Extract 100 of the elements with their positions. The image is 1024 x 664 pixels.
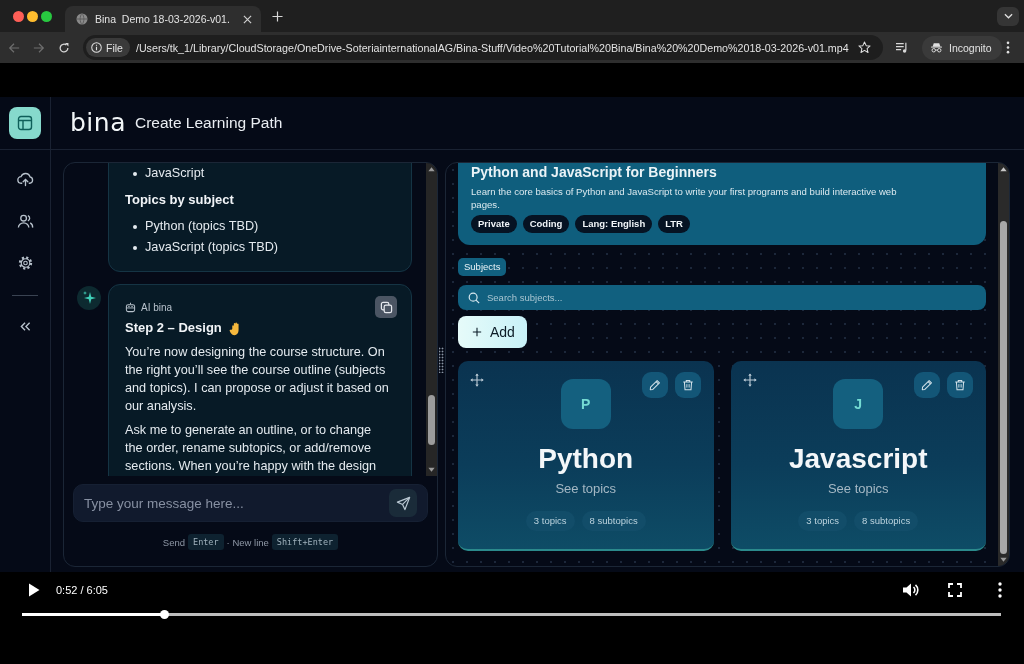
- volume-icon[interactable]: [902, 582, 920, 598]
- bullet-icon: [133, 245, 137, 250]
- message-heading: Topics by subject: [125, 191, 235, 209]
- list-item: Python (topics TBD): [145, 218, 259, 235]
- list-item: JavaScript: [145, 165, 205, 182]
- close-icon[interactable]: [242, 14, 252, 24]
- page-title: Create Learning Path: [135, 114, 283, 132]
- message-input[interactable]: Type your message here...: [73, 484, 428, 522]
- course-tag: Coding: [522, 215, 570, 233]
- star-icon[interactable]: [858, 41, 871, 54]
- course-tag: Lang: English: [575, 215, 653, 233]
- info-icon: [91, 42, 102, 53]
- search-icon: [468, 291, 480, 304]
- course-tag: LTR: [658, 215, 690, 233]
- resize-handle[interactable]: [438, 346, 445, 373]
- edit-button[interactable]: [914, 372, 940, 398]
- sparkle-avatar-icon: [77, 286, 101, 310]
- key-hint: Shift+Enter: [271, 534, 339, 550]
- plus-icon: [472, 327, 482, 337]
- edit-button[interactable]: [641, 372, 668, 398]
- incognito-profile-button[interactable]: Incognito: [922, 35, 1002, 60]
- scrollbar-thumb[interactable]: [1000, 221, 1007, 554]
- more-menu-icon[interactable]: [1006, 41, 1010, 54]
- users-icon: [16, 213, 34, 229]
- chevron-down-icon: [1003, 13, 1013, 19]
- scroll-up-icon[interactable]: [999, 165, 1008, 173]
- scroll-down-icon[interactable]: [999, 556, 1008, 564]
- tab-search-button[interactable]: [997, 6, 1019, 26]
- more-options-icon[interactable]: [998, 582, 1002, 598]
- list-item: JavaScript (topics TBD): [145, 239, 279, 256]
- media-controls-icon[interactable]: [895, 41, 909, 54]
- play-icon[interactable]: [28, 583, 40, 597]
- site-info-chip[interactable]: File: [86, 38, 130, 57]
- message-heading: Step 2 – Design: [125, 319, 222, 337]
- copy-button[interactable]: [375, 296, 397, 318]
- subject-name: Python: [538, 442, 634, 476]
- message-paragraph: Ask me to generate an outline, or to change the order, rename subtopics, or add/remove sections. When you’re happy with the design: [125, 422, 378, 475]
- globe-icon: [76, 13, 88, 25]
- reload-icon: [58, 41, 70, 54]
- video-time: 0:52 / 6:05: [56, 584, 108, 596]
- address-bar[interactable]: File /Users/tk_1/Library/CloudStorage/OneDrive-SoteriainternationalAG/Bina-Stuff/Video%20Tutorial%20Bina/Bina%20%20Demo%2018-03-2026-v01.mp4: [83, 35, 883, 60]
- scrollbar[interactable]: [426, 163, 437, 476]
- maximize-window-button[interactable]: [41, 10, 52, 22]
- scroll-down-icon[interactable]: [427, 466, 436, 474]
- move-icon[interactable]: [742, 373, 757, 387]
- count-tag: 8 subtopics: [581, 511, 646, 531]
- pencil-icon: [921, 379, 933, 391]
- settings-icon: [16, 255, 34, 271]
- waving-hand-icon: [228, 320, 242, 336]
- message-paragraph: You’re now designing the course structure. On the right you’ll see the course outline (subjects and topics). I can propose or adjust it based on our analysis.: [125, 344, 390, 415]
- count-tag: 3 topics: [525, 511, 575, 531]
- count-tag: 8 subtopics: [854, 511, 919, 531]
- key-hint: Enter: [188, 534, 224, 550]
- trash-icon: [681, 379, 694, 391]
- scroll-up-icon[interactable]: [427, 165, 436, 173]
- incognito-icon: [930, 42, 943, 53]
- see-topics-link[interactable]: See topics: [555, 480, 617, 498]
- pencil-icon: [648, 379, 661, 391]
- cloud-upload-icon: [16, 171, 34, 187]
- count-tag: 3 topics: [798, 511, 848, 531]
- course-description: Learn the core basics of Python and JavaScript to write your first programs and build interactive web pages.: [471, 185, 898, 211]
- subject-initial-tile: P: [560, 379, 611, 429]
- browser-tab[interactable]: Bina Demo 18-03-2026-v01.: [65, 6, 261, 32]
- delete-button[interactable]: [674, 372, 701, 398]
- subject-card[interactable]: J Javascript See topics 3 topics 8 subtopics: [730, 361, 986, 551]
- send-icon: [395, 495, 411, 511]
- video-progress-track[interactable]: [22, 613, 1001, 616]
- url-text: /Users/tk_1/Library/CloudStorage/OneDrive-SoteriainternationalAG/Bina-Stuff/Video%20Tutorial%20Bina/Bina%20%20Demo%2018-03-2026-v01.mp4: [135, 41, 849, 54]
- forward-arrow-icon: [33, 41, 45, 54]
- delete-button[interactable]: [947, 372, 973, 398]
- new-tab-icon[interactable]: [271, 10, 283, 22]
- app-logo: bina: [70, 109, 126, 137]
- subject-name: Javascript: [788, 442, 928, 476]
- section-label: Subjects: [458, 258, 507, 276]
- minimize-window-button[interactable]: [27, 10, 38, 22]
- shortcut-hint: Send: [162, 536, 185, 548]
- course-title: Python and JavaScript for Beginners: [471, 163, 718, 181]
- video-progress-thumb[interactable]: [160, 610, 170, 619]
- message-author: AI bina: [125, 301, 173, 313]
- close-window-button[interactable]: [13, 10, 24, 22]
- trash-icon: [954, 379, 966, 391]
- robot-icon: [125, 301, 136, 313]
- subject-initial-tile: J: [833, 379, 884, 429]
- scrollbar[interactable]: [998, 163, 1009, 566]
- bullet-icon: [133, 171, 137, 176]
- scrollbar-thumb[interactable]: [428, 395, 435, 445]
- copy-icon: [379, 300, 393, 314]
- see-topics-link[interactable]: See topics: [827, 480, 889, 498]
- subject-card[interactable]: P Python See topics 3 topics 8 subtopics: [458, 361, 714, 551]
- send-button[interactable]: [389, 489, 417, 517]
- layout-icon[interactable]: [9, 107, 41, 139]
- search-field[interactable]: Search subjects...: [458, 285, 986, 310]
- shortcut-hint: · New line: [226, 536, 269, 548]
- fullscreen-icon[interactable]: [948, 583, 962, 597]
- move-icon[interactable]: [470, 373, 484, 387]
- add-subject-button[interactable]: Add: [458, 316, 527, 348]
- back-arrow-icon: [8, 41, 20, 54]
- chevrons-left-icon: [18, 320, 32, 332]
- bullet-icon: [133, 224, 137, 229]
- course-tag: Private: [471, 215, 517, 233]
